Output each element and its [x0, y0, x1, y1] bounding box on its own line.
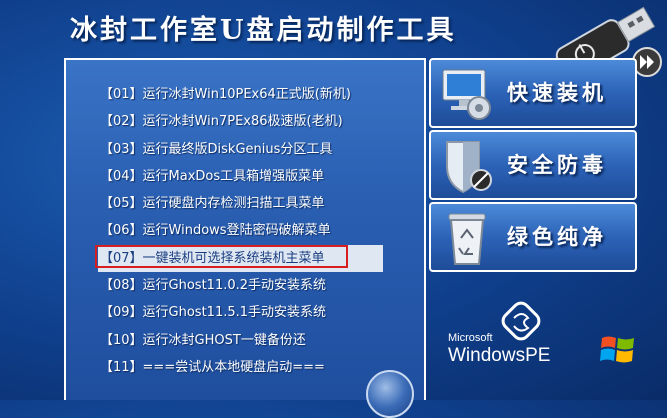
app-title: 冰封工作室U盘启动制作工具 [70, 15, 457, 46]
shield-icon [446, 141, 492, 194]
boot-menu-panel: 【01】运行冰封Win10PEx64正式版(新机) 【02】运行冰封Win7PE… [64, 58, 426, 418]
quick-install-label: 快速装机 [507, 80, 607, 105]
menu-item-04[interactable]: 【04】运行MaxDos工具箱增强版菜单 [100, 163, 383, 190]
menu-item-11[interactable]: 【11】===尝试从本地硬盘启动=== [100, 354, 383, 381]
winpe-badge-icon [501, 301, 541, 341]
recycle-bin-icon [448, 213, 486, 265]
microsoft-text: Microsoft [448, 332, 493, 344]
windows-orb-icon [366, 370, 414, 418]
menu-item-02[interactable]: 【02】运行冰封Win7PEx86极速版(老机) [100, 108, 383, 135]
menu-item-09[interactable]: 【09】运行Ghost11.5.1手动安装系统 [100, 299, 383, 326]
security-antivirus-button[interactable]: 安全防毒 [429, 130, 637, 200]
menu-item-03[interactable]: 【03】运行最终版DiskGenius分区工具 [100, 136, 383, 163]
menu-item-10[interactable]: 【10】运行冰封GHOST一键备份还 [100, 327, 383, 354]
windowspe-text: WindowsPE [448, 345, 551, 366]
menu-item-07-selected[interactable]: 【07】一键装机可选择系统装机主菜单 [95, 244, 383, 273]
boot-menu-list: 【01】运行冰封Win10PEx64正式版(新机) 【02】运行冰封Win7PE… [95, 81, 383, 381]
green-clean-label: 绿色纯净 [507, 224, 607, 249]
computer-gear-icon [442, 69, 491, 120]
menu-item-01[interactable]: 【01】运行冰封Win10PEx64正式版(新机) [100, 81, 383, 108]
menu-item-08[interactable]: 【08】运行Ghost11.0.2手动安装系统 [100, 272, 383, 299]
windowspe-logo: Microsoft WindowsPE [445, 300, 655, 380]
green-clean-button[interactable]: 绿色纯净 [429, 202, 637, 272]
windows-flag-icon [600, 336, 634, 363]
security-antivirus-label: 安全防毒 [507, 152, 607, 177]
quick-install-button[interactable]: 快速装机 [429, 58, 637, 128]
menu-item-06[interactable]: 【06】运行Windows登陆密码破解菜单 [100, 217, 383, 244]
menu-item-05[interactable]: 【05】运行硬盘内存检测扫描工具菜单 [100, 190, 383, 217]
